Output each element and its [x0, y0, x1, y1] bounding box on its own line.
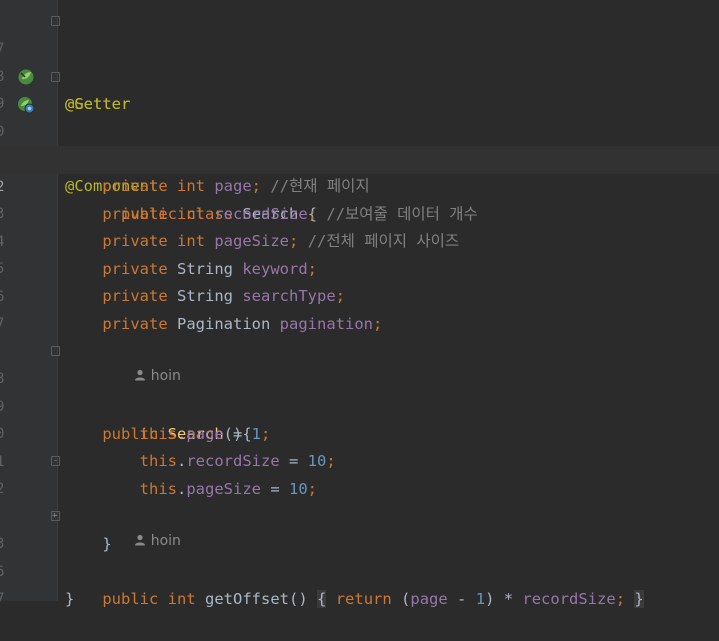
code-editor[interactable]: hoin 7 @Getter 8 @Setter 9 @Component 0 … — [0, 0, 719, 609]
fold-icon[interactable] — [51, 346, 60, 356]
fold-end-icon[interactable] — [51, 456, 60, 466]
field-name: recordSize — [522, 589, 616, 608]
parens: () — [289, 589, 308, 608]
code-line: 7 — [0, 283, 719, 332]
operator: ) * — [485, 589, 523, 608]
code-line: 3 private int pageSize; //전체 페이지 사이즈 — [0, 173, 719, 251]
keyword: return — [335, 589, 392, 608]
code-line: 6 } — [0, 531, 719, 609]
operator: - — [447, 589, 476, 608]
paren-open: ( — [391, 589, 411, 608]
code-line: 5 private String searchType; — [0, 228, 719, 306]
author-hint[interactable]: hoin — [0, 311, 719, 384]
keyword: public — [102, 589, 159, 608]
line-number: 7 — [0, 590, 5, 607]
code-line: 8 @Setter — [0, 36, 719, 114]
folded-brace[interactable]: } — [634, 589, 644, 608]
partial-hint: hoin — [60, 0, 94, 4]
code-line: 3 public int getOffset() { return (page … — [0, 503, 719, 608]
code-line: 7 — [0, 558, 719, 607]
code-line: 0 public class Search { — [0, 91, 719, 223]
code-line: 6 private Pagination pagination; — [0, 256, 719, 334]
code-line: 1 this.pageSize = 10; — [0, 421, 719, 499]
code-line: 4 private String keyword; — [0, 201, 719, 279]
number: 1 — [475, 589, 486, 608]
bean-class-icon[interactable] — [17, 96, 35, 114]
code-line: 1 private int page; //현재 페이지 — [0, 118, 719, 196]
field-name: page — [410, 589, 448, 608]
code-line: 2 } — [0, 448, 719, 553]
fold-icon[interactable] — [51, 72, 60, 82]
bean-icon[interactable] — [17, 68, 35, 86]
fold-icon[interactable] — [51, 16, 60, 26]
code-line: 9 @Component — [0, 63, 719, 195]
keyword: int — [167, 589, 196, 608]
author-hint[interactable]: hoin — [0, 476, 719, 549]
folded-brace[interactable]: { — [317, 589, 327, 608]
code-line: 7 @Getter — [0, 8, 719, 113]
method-name: getOffset — [205, 589, 290, 608]
code-line: 8 public Search(){ — [0, 338, 719, 443]
code-line: 9 this.page = 1; — [0, 366, 719, 444]
current-code-line: 2 private int recordSize; //보여줄 데이터 개수 — [0, 146, 719, 223]
brace: } — [65, 590, 75, 608]
semicolon: ; — [615, 589, 626, 608]
fold-expand-icon[interactable] — [51, 503, 60, 531]
code-line: 0 this.recordSize = 10; — [0, 393, 719, 471]
